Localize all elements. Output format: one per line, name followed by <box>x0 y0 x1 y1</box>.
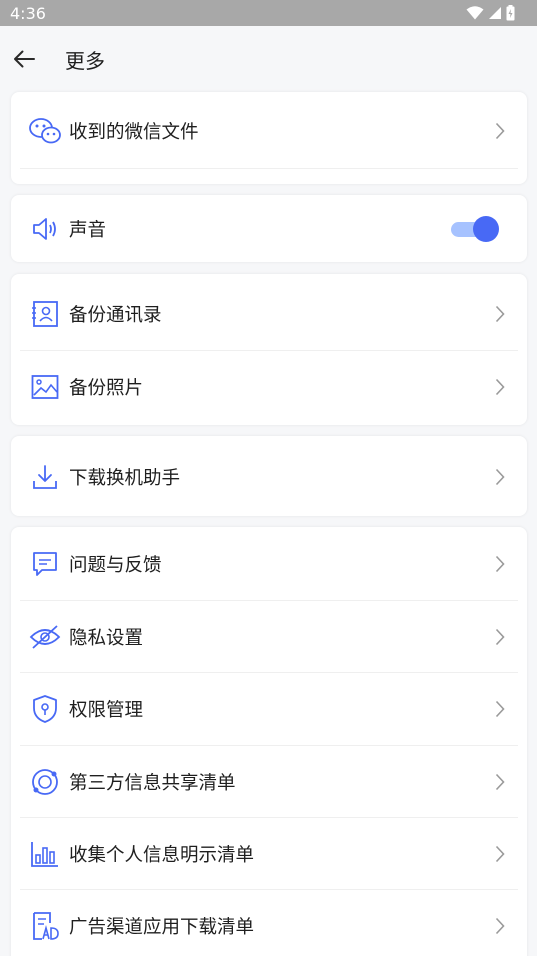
sound-toggle[interactable] <box>451 215 499 242</box>
card-sound: 声音 <box>11 195 527 262</box>
download-icon <box>29 461 61 493</box>
chevron-right-icon <box>493 554 507 574</box>
wifi-icon <box>466 6 484 20</box>
row-feedback[interactable]: 问题与反馈 <box>11 528 527 600</box>
row-label: 广告渠道应用下载清单 <box>69 917 255 938</box>
speaker-icon <box>29 213 61 245</box>
card-download: 下载换机助手 <box>11 436 527 516</box>
chevron-right-icon <box>493 121 507 141</box>
ad-document-icon <box>29 910 61 942</box>
chevron-right-icon <box>493 844 507 864</box>
contacts-icon <box>29 298 61 330</box>
row-backup-contacts[interactable]: 备份通讯录 <box>11 278 527 350</box>
battery-charging-icon <box>506 5 515 21</box>
row-label: 备份通讯录 <box>69 305 162 326</box>
signal-icon <box>489 7 501 19</box>
row-label: 下载换机助手 <box>69 468 181 489</box>
row-label: 隐私设置 <box>69 628 144 649</box>
chevron-right-icon <box>493 304 507 324</box>
shield-icon <box>29 693 61 725</box>
row-backup-photos[interactable]: 备份照片 <box>11 351 527 423</box>
bar-chart-icon <box>29 838 61 870</box>
chevron-right-icon <box>493 699 507 719</box>
row-download-helper[interactable]: 下载换机助手 <box>11 438 527 516</box>
row-permissions[interactable]: 权限管理 <box>11 673 527 745</box>
row-label: 收到的微信文件 <box>69 122 199 143</box>
row-label: 问题与反馈 <box>69 555 162 576</box>
chevron-right-icon <box>493 377 507 397</box>
divider <box>20 168 518 169</box>
row-wechat-files[interactable]: 收到的微信文件 <box>11 92 527 170</box>
chevron-right-icon <box>493 772 507 792</box>
status-time: 4:36 <box>10 3 46 23</box>
wechat-icon <box>29 115 61 147</box>
status-icons <box>466 5 515 21</box>
arrow-left-icon <box>14 50 35 68</box>
chevron-right-icon <box>493 627 507 647</box>
chevron-right-icon <box>493 467 507 487</box>
status-bar: 4:36 <box>0 0 537 26</box>
toggle-knob <box>473 215 499 242</box>
row-label: 权限管理 <box>69 700 144 721</box>
row-privacy[interactable]: 隐私设置 <box>11 601 527 673</box>
back-button[interactable] <box>0 35 48 83</box>
image-icon <box>29 371 61 403</box>
row-label: 收集个人信息明示清单 <box>69 845 255 866</box>
card-backup: 备份通讯录 备份照片 <box>11 274 527 425</box>
chevron-right-icon <box>493 916 507 936</box>
page-title: 更多 <box>65 48 105 73</box>
message-icon <box>29 548 61 580</box>
share-orbit-icon <box>29 766 61 798</box>
row-third-party[interactable]: 第三方信息共享清单 <box>11 746 527 818</box>
row-label: 声音 <box>69 219 107 241</box>
card-misc: 问题与反馈 隐私设置 权限管理 第三方信息共享清单 收集个人信息明示清单 广告渠… <box>11 527 527 956</box>
card-wechat: 收到的微信文件 <box>11 92 527 184</box>
row-ad-channel[interactable]: 广告渠道应用下载清单 <box>11 890 527 956</box>
row-label: 备份照片 <box>69 378 144 399</box>
row-personal-info[interactable]: 收集个人信息明示清单 <box>11 818 527 890</box>
row-label: 第三方信息共享清单 <box>69 773 236 794</box>
eye-off-icon <box>29 621 61 653</box>
app-bar: 更多 <box>0 26 537 92</box>
row-sound: 声音 <box>11 195 527 262</box>
